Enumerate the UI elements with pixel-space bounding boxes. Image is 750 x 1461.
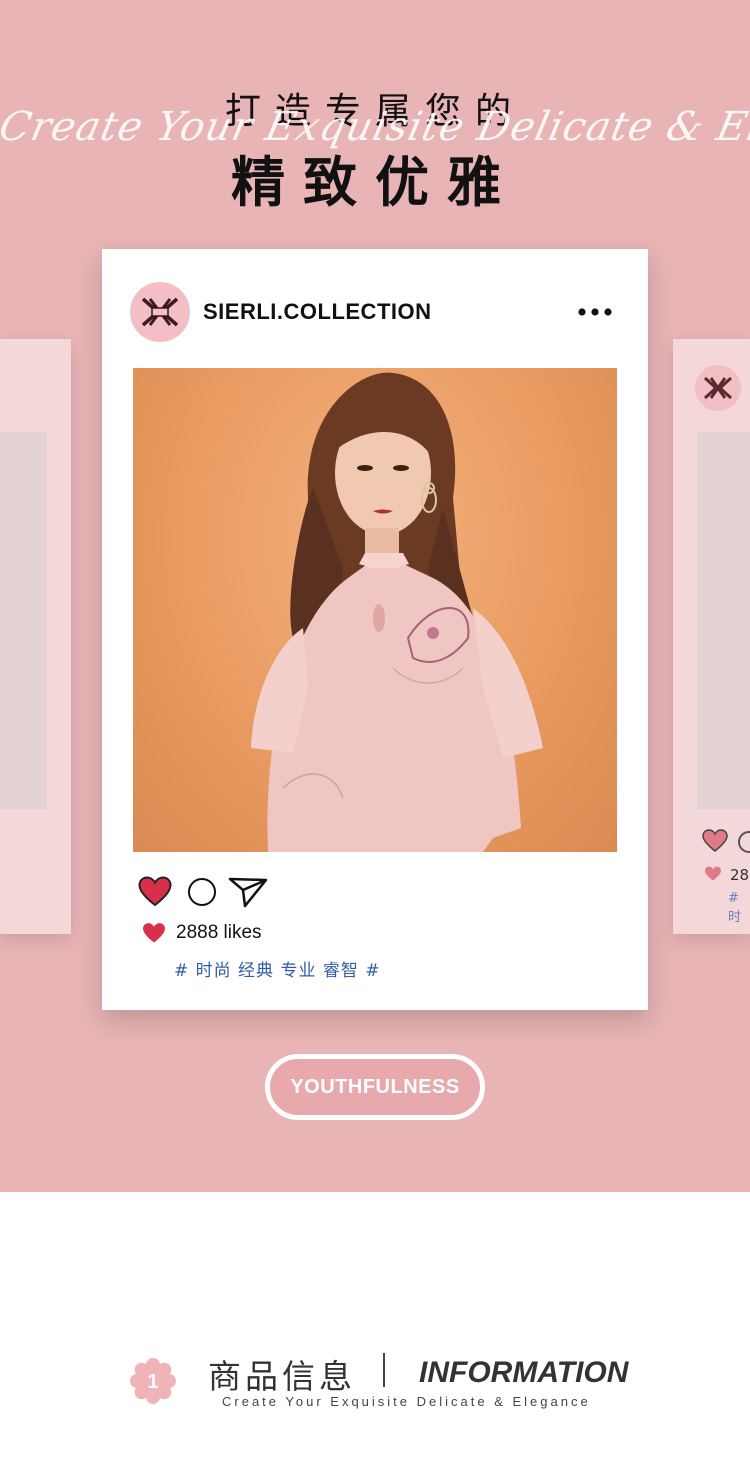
likes-heart-icon [705, 866, 721, 881]
info-divider [383, 1353, 385, 1387]
flower-number-badge-icon: 1 [130, 1358, 176, 1404]
model-illustration [251, 372, 543, 852]
side-post-image-left [0, 432, 47, 809]
info-title-en: INFORMATION [419, 1356, 629, 1389]
post-card: SIERLI.COLLECTION 2888 likes # 时尚 经典 专业 … [102, 249, 648, 1010]
side-post-card-right[interactable]: 288 # 时 [673, 339, 750, 934]
info-subtitle: Create Your Exquisite Delicate & Eleganc… [222, 1394, 591, 1409]
profile-handle[interactable]: SIERLI.COLLECTION [203, 299, 432, 325]
side-likes-count: 288 [730, 866, 750, 884]
like-heart-icon[interactable] [702, 829, 728, 853]
send-icon[interactable] [228, 876, 268, 908]
more-horizontal-icon[interactable] [576, 299, 616, 325]
post-photo [133, 368, 617, 852]
likes-heart-icon [143, 923, 165, 943]
comment-icon[interactable] [738, 831, 750, 853]
profile-avatar[interactable] [130, 282, 190, 342]
like-heart-icon[interactable] [138, 876, 172, 907]
side-post-image-right [697, 432, 750, 809]
hero-title-line2: 精致优雅 [231, 151, 519, 214]
likes-count[interactable]: 2888 likes [176, 922, 262, 944]
side-tags[interactable]: # 时 [728, 891, 750, 925]
hero-section: 打造专属您的 Create Your Exquisite Delicate & … [0, 0, 750, 1192]
post-tags[interactable]: # 时尚 经典 专业 睿智 # [174, 956, 381, 981]
side-post-card-left[interactable] [0, 339, 71, 934]
brand-logo-icon [703, 376, 733, 400]
comment-icon[interactable] [188, 878, 216, 906]
brand-logo-icon [141, 297, 179, 327]
youthfulness-button[interactable]: YOUTHFULNESS [265, 1054, 485, 1120]
side-avatar [695, 365, 741, 411]
badge-number: 1 [147, 1371, 158, 1393]
info-title-cn: 商品信息 [208, 1357, 356, 1396]
